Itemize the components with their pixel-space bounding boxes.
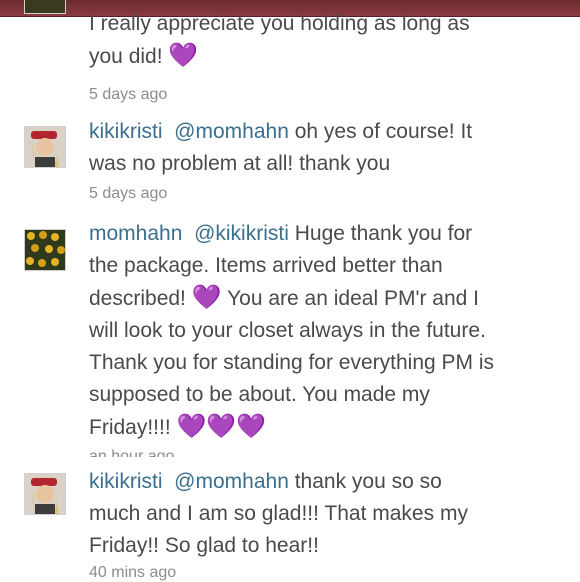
comment-thread: I really appreciate you holding as long … <box>0 0 580 581</box>
comment-text: kikikristi @momhahn oh yes of course! It… <box>89 120 473 175</box>
comment-text: kikikristi @momhahn thank you so so much… <box>89 470 468 557</box>
comment-text: I really appreciate you holding as long … <box>89 12 470 69</box>
avatar[interactable] <box>24 126 66 168</box>
avatar-icon <box>25 474 65 514</box>
mention-link[interactable]: @momhahn <box>174 120 289 143</box>
avatar[interactable] <box>24 473 66 515</box>
avatar-icon <box>25 127 65 167</box>
avatar[interactable] <box>24 229 66 271</box>
heart-emoji: 💜💜💜 <box>176 413 267 440</box>
timestamp: 40 mins ago <box>89 564 177 581</box>
username-link[interactable]: kikikristi <box>89 120 163 143</box>
heart-emoji: 💜 <box>191 284 222 311</box>
heart-emoji: 💜 <box>168 42 199 69</box>
avatar-icon <box>25 0 65 13</box>
username-link[interactable]: momhahn <box>89 222 182 245</box>
timestamp: an hour ago <box>89 448 175 457</box>
username-link[interactable]: kikikristi <box>89 470 163 493</box>
timestamp: 5 days ago <box>89 86 168 103</box>
comment-text: momhahn @kikikristi Huge thank you for t… <box>89 222 495 440</box>
timestamp: 5 days ago <box>89 185 168 202</box>
mention-link[interactable]: @momhahn <box>174 470 289 493</box>
mention-link[interactable]: @kikikristi <box>194 222 289 245</box>
avatar-icon <box>25 230 65 270</box>
avatar[interactable] <box>24 0 66 14</box>
